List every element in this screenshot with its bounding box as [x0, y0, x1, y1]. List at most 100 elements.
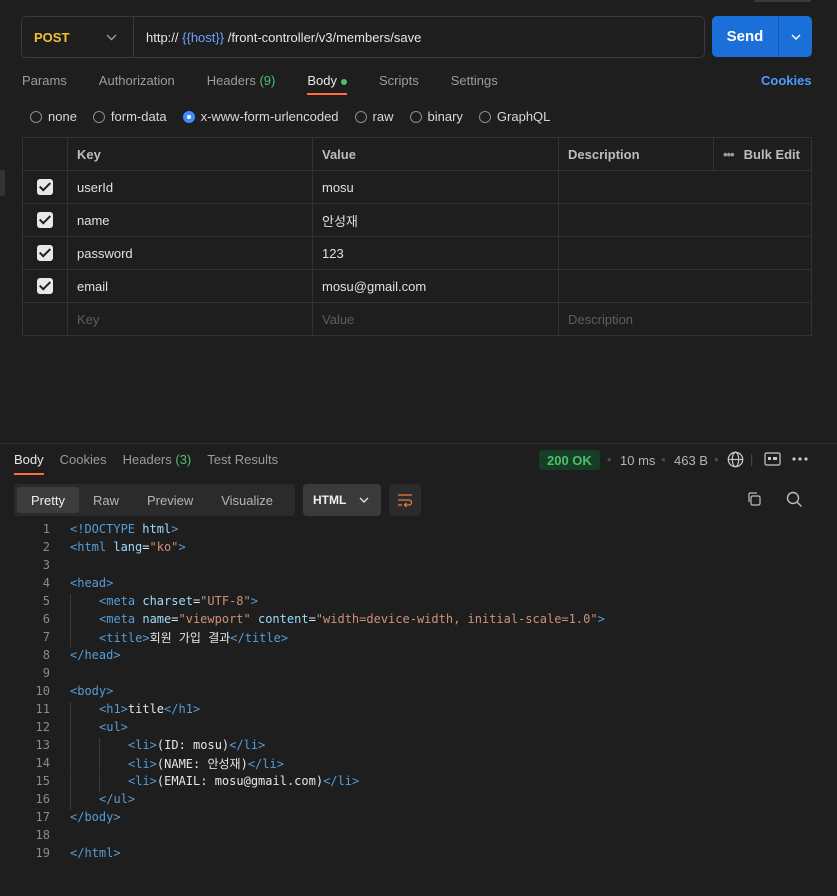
tab-settings[interactable]: Settings: [451, 73, 498, 88]
response-tab-body[interactable]: Body: [14, 452, 44, 475]
cookies-link[interactable]: Cookies: [761, 73, 812, 88]
code-text: </body>: [70, 810, 121, 824]
tab-label: Settings: [450, 73, 498, 88]
url-path: /front-controller/v3/members/save: [224, 29, 422, 45]
radio-circle-icon: [92, 110, 105, 123]
wrap-lines-button[interactable]: [389, 484, 421, 516]
view-mode-segment: Pretty Raw Preview Visualize: [14, 484, 295, 516]
response-time[interactable]: 10 ms: [620, 453, 655, 468]
row-checkbox[interactable]: [22, 170, 68, 204]
checkbox-checked-icon: [37, 212, 53, 229]
globe-icon[interactable]: [726, 450, 744, 468]
language-label: HTML: [313, 493, 347, 507]
radio-x-www-form-urlencoded[interactable]: x-www-form-urlencoded: [182, 109, 339, 124]
code-line: 1 <!DOCTYPE html>: [0, 520, 837, 538]
indent-guide: [70, 702, 71, 720]
language-select[interactable]: HTML: [303, 484, 381, 516]
radio-form-data[interactable]: form-data: [92, 109, 167, 124]
response-code-viewer[interactable]: 1 <!DOCTYPE html> 2 <html lang="ko"> 3 4 <head…: [0, 520, 837, 862]
tab-headers[interactable]: Headers (9): [207, 73, 276, 88]
row-key[interactable]: userId: [67, 170, 313, 204]
line-number: 5: [42, 594, 50, 608]
radio-none[interactable]: none: [30, 109, 77, 124]
chevron-down-icon: [791, 34, 800, 40]
send-options-button[interactable]: [779, 16, 812, 57]
save-response-icon[interactable]: [763, 450, 781, 468]
code-line: 2 <html lang="ko">: [0, 538, 837, 556]
indent-guide: [70, 774, 71, 792]
status-badge[interactable]: 200 OK: [539, 450, 600, 470]
row-description[interactable]: [558, 269, 812, 303]
row-key[interactable]: name: [67, 203, 313, 237]
radio-graphql[interactable]: GraphQL: [478, 109, 550, 124]
tab-label: Headers: [122, 452, 172, 467]
code-text: <meta name="viewport" content="width=dev…: [70, 612, 605, 630]
tab-label: Body: [14, 452, 44, 467]
new-key-input[interactable]: Key: [67, 302, 313, 336]
table-row: name 안성재: [22, 203, 812, 237]
radio-binary[interactable]: binary: [409, 109, 463, 124]
bulk-edit-button[interactable]: ••• Bulk Edit: [713, 137, 812, 171]
row-value[interactable]: mosu@gmail.com: [312, 269, 559, 303]
code-line: 18: [0, 826, 837, 844]
line-number: 1: [42, 522, 50, 536]
view-visualize-button[interactable]: Visualize: [207, 487, 287, 513]
view-preview-button[interactable]: Preview: [133, 487, 207, 513]
header-description: Description: [558, 137, 714, 171]
row-value[interactable]: 123: [312, 236, 559, 270]
row-description[interactable]: [558, 236, 812, 270]
view-pretty-button[interactable]: Pretty: [17, 487, 79, 513]
line-number: 6: [42, 612, 50, 626]
indent-guide: [70, 594, 71, 612]
response-size[interactable]: 463 B: [674, 453, 708, 468]
table-row: email mosu@gmail.com: [22, 269, 812, 303]
radio-label: form-data: [110, 109, 167, 124]
view-raw-button[interactable]: Raw: [79, 487, 133, 513]
response-tab-cookies[interactable]: Cookies: [60, 452, 107, 467]
indent-guide: [70, 754, 71, 773]
row-key[interactable]: password: [67, 236, 313, 270]
copy-icon[interactable]: [746, 491, 764, 509]
tab-body[interactable]: Body: [307, 73, 347, 95]
code-text: <ul>: [70, 720, 128, 738]
row-checkbox[interactable]: [22, 203, 68, 237]
tab-params[interactable]: Params: [22, 73, 67, 88]
send-button[interactable]: Send: [712, 16, 779, 57]
radio-raw[interactable]: raw: [354, 109, 394, 124]
response-tabs: Body Cookies Headers (3) Test Results: [14, 452, 294, 475]
new-value-input[interactable]: Value: [312, 302, 559, 336]
response-tab-headers[interactable]: Headers (3): [123, 452, 192, 467]
response-tab-test-results[interactable]: Test Results: [207, 452, 278, 467]
params-table: Key Value Description ••• Bulk Edit userI…: [22, 137, 812, 336]
radio-circle-icon: [478, 110, 491, 123]
tab-label: Cookies: [59, 452, 107, 467]
pane-divider[interactable]: [0, 443, 837, 444]
method-select[interactable]: POST: [22, 17, 134, 57]
new-description-input[interactable]: Description: [558, 302, 812, 336]
search-icon[interactable]: [786, 491, 804, 509]
row-description[interactable]: [558, 203, 812, 237]
send-button-group[interactable]: Send: [712, 16, 812, 57]
row-description[interactable]: [558, 170, 812, 204]
tab-scripts[interactable]: Scripts: [379, 73, 419, 88]
row-value[interactable]: 안성재: [312, 203, 559, 237]
row-checkbox[interactable]: [22, 236, 68, 270]
url-bar[interactable]: POST http:// {{host}} /front-controller/…: [21, 16, 705, 58]
indent-guide: [99, 738, 100, 756]
tab-authorization[interactable]: Authorization: [99, 73, 175, 88]
code-line: 14 <li>(NAME: 안성재)</li>: [0, 754, 837, 773]
body-type-radios: none form-data x-www-form-urlencoded raw…: [30, 109, 566, 124]
wrap-icon: [398, 494, 413, 507]
code-line: 17 </body>: [0, 808, 837, 826]
radio-circle-icon: [354, 110, 367, 123]
bulk-edit-label: Bulk Edit: [743, 146, 800, 162]
row-checkbox[interactable]: [22, 269, 68, 303]
code-text: <head>: [70, 576, 114, 590]
more-horizontal-icon: •••: [723, 146, 735, 162]
more-horizontal-icon[interactable]: [791, 450, 809, 468]
code-line: 10 <body>: [0, 682, 837, 700]
url-input[interactable]: http:// {{host}} /front-controller/v3/me…: [146, 30, 421, 45]
code-text: <!DOCTYPE html>: [70, 522, 179, 536]
row-value[interactable]: mosu: [312, 170, 559, 204]
row-key[interactable]: email: [67, 269, 313, 303]
